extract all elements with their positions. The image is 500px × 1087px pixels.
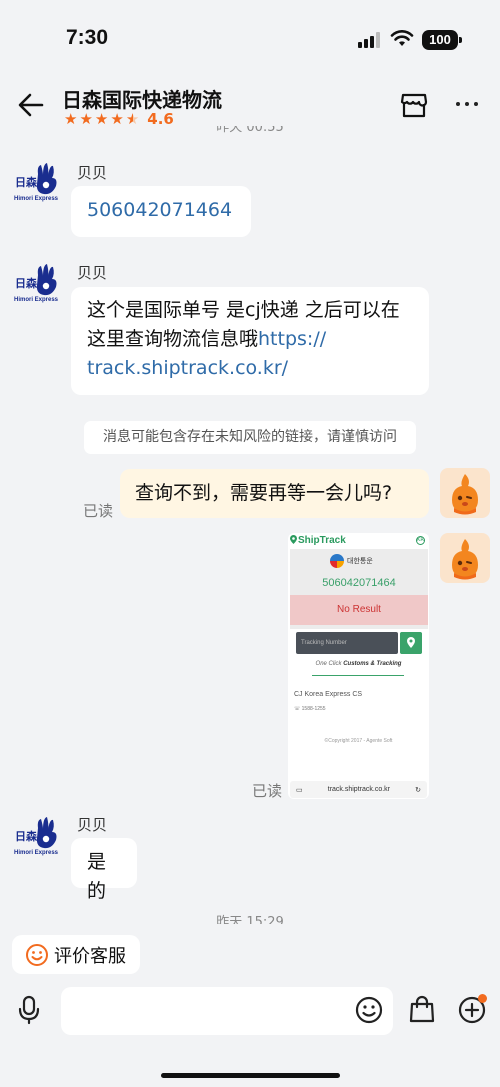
url-text: track.shiptrack.co.kr	[327, 786, 390, 793]
tabs-icon: ▭	[296, 786, 303, 794]
location-pin-icon	[400, 632, 422, 654]
user-avatar[interactable]	[440, 533, 490, 583]
smiley-icon	[26, 943, 48, 966]
battery-icon: 100	[422, 30, 458, 50]
divider	[312, 675, 404, 676]
star-icon: ★	[94, 110, 109, 128]
agent-avatar[interactable]: 日森 Himori Express	[12, 162, 60, 208]
location-pin-icon	[290, 535, 297, 544]
read-receipt: 已读	[252, 782, 283, 800]
rate-service-button[interactable]: 评价客服	[12, 935, 140, 974]
shop-title[interactable]: 日森国际快递物流	[62, 84, 222, 113]
message-text: 是的	[87, 851, 107, 902]
svg-text:日森: 日森	[15, 829, 38, 843]
agent-avatar[interactable]: 日森 Himori Express	[12, 816, 60, 862]
tracking-link[interactable]: track.shiptrack.co.kr/	[87, 354, 413, 383]
agent-avatar[interactable]: 日森 Himori Express	[12, 263, 60, 309]
sender-name: 贝贝	[77, 164, 108, 182]
wifi-icon	[390, 30, 414, 46]
star-icon: ★	[64, 110, 78, 128]
cj-logo: 대한통운	[330, 554, 373, 568]
one-click-tagline: One Click Customs & Tracking	[315, 661, 402, 667]
timestamp-top: 昨天 00:55	[216, 126, 284, 135]
my-message-bubble[interactable]: 查询不到，需要再等一会儿吗?	[120, 469, 429, 518]
browser-url-bar: ▭ track.shiptrack.co.kr ↻	[290, 781, 427, 798]
shop-icon[interactable]	[400, 92, 428, 118]
svg-text:日森: 日森	[15, 276, 38, 290]
read-receipt: 已读	[83, 502, 114, 520]
half-star-icon: ★	[125, 110, 140, 128]
shiptrack-bar: ShipTrack KR	[288, 533, 429, 547]
signal-icon	[358, 32, 380, 48]
risk-notice: 消息可能包含存在未知风险的链接，请谨慎访问	[84, 421, 416, 454]
chat-header: 日森国际快递物流 ★ ★ ★ ★ ★ 4.6	[0, 80, 500, 132]
star-icon: ★	[79, 110, 93, 128]
tracking-number-input: Tracking Number	[296, 632, 398, 654]
copyright: ©Copyright 2017 - Agente Soft	[324, 738, 393, 744]
message-bubble[interactable]: 506042071464	[71, 186, 251, 237]
tracking-number: 506042071464	[322, 577, 396, 589]
voice-icon[interactable]	[18, 995, 40, 1025]
notification-dot	[478, 994, 487, 1003]
more-icon[interactable]	[456, 102, 478, 106]
cs-phone: ☏ 1588-1255	[294, 706, 326, 712]
cj-logo-icon	[330, 554, 344, 568]
message-text: 查询不到，需要再等一会儿吗?	[135, 482, 393, 504]
status-time: 7:30	[66, 26, 109, 49]
message-text: 这里查询物流信息哦	[87, 328, 259, 350]
message-number-link[interactable]: 506042071464	[87, 199, 232, 221]
screenshot-image-message[interactable]: ShipTrack KR 대한통운 506042071464 No Result…	[288, 533, 429, 799]
shopping-bag-icon[interactable]	[409, 995, 435, 1023]
sender-name: 贝贝	[77, 816, 108, 834]
message-input[interactable]	[61, 987, 393, 1035]
sender-name: 贝贝	[77, 264, 108, 282]
message-bubble[interactable]: 这个是国际单号 是cj快递 之后可以在 这里查询物流信息哦https:// tr…	[71, 287, 429, 395]
kr-badge: KR	[416, 536, 425, 545]
emoji-icon[interactable]	[355, 996, 383, 1024]
input-bar	[0, 985, 500, 1087]
user-avatar[interactable]	[440, 468, 490, 518]
no-result-banner: No Result	[290, 595, 428, 625]
reload-icon: ↻	[415, 786, 421, 794]
status-bar: 7:30 100	[0, 0, 500, 80]
cs-label: CJ Korea Express CS	[294, 691, 363, 698]
home-indicator	[161, 1073, 340, 1078]
star-icon: ★	[110, 110, 124, 128]
timestamp-bottom: 昨天 15:29	[216, 915, 284, 924]
back-arrow-icon[interactable]	[16, 90, 46, 120]
svg-text:日森: 日森	[15, 175, 38, 189]
message-text: 这个是国际单号 是cj快递 之后可以在	[87, 299, 400, 321]
shiptrack-brand: ShipTrack	[298, 534, 346, 546]
message-bubble[interactable]: 是的	[71, 838, 137, 902]
battery-tip	[459, 37, 462, 43]
rate-service-label: 评价客服	[54, 945, 126, 967]
tracking-link[interactable]: https://	[258, 328, 326, 350]
